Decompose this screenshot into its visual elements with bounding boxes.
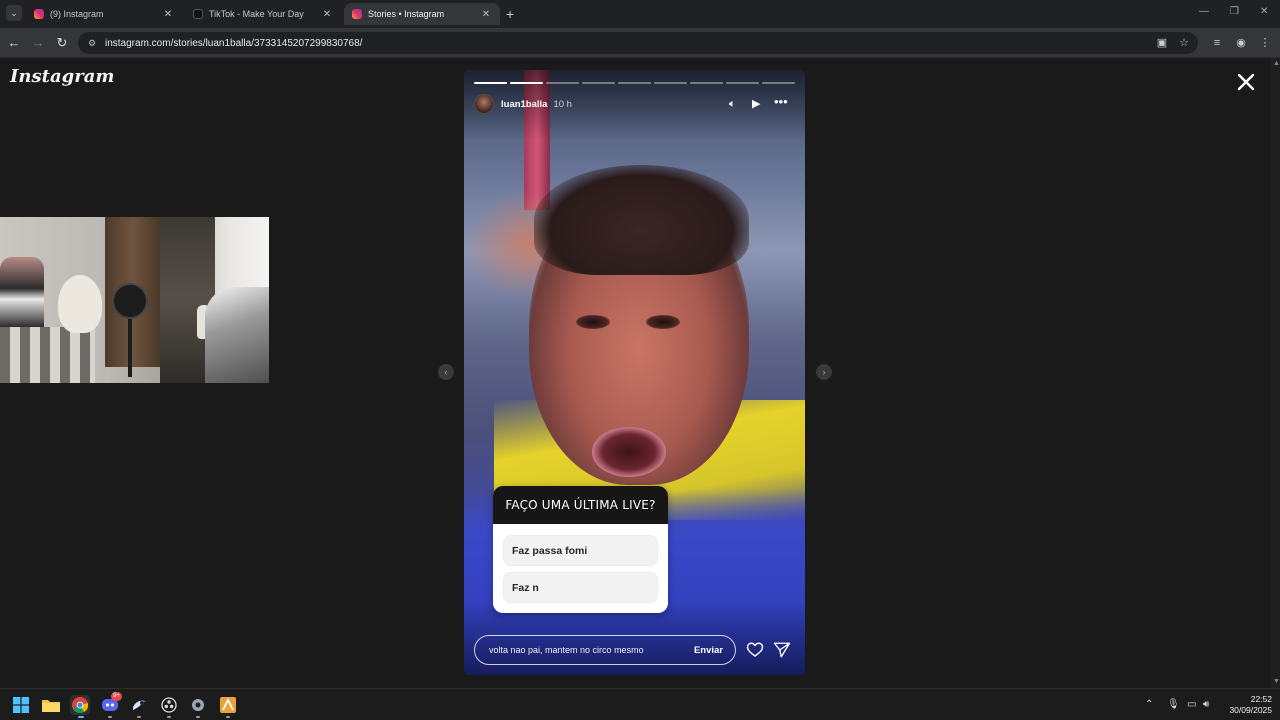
clock-date: 30/09/2025 [1229,705,1272,715]
volume-icon[interactable]: 🔊︎ [1203,698,1209,712]
progress-segment [582,82,615,84]
microphone-icon[interactable]: 🎙︎ [1167,698,1180,712]
network-icon[interactable]: ▭ [1187,698,1196,712]
bookmark-star-icon[interactable]: ☆ [1177,36,1191,50]
next-story-button[interactable]: › [816,364,832,380]
tab-instagram[interactable]: (9) Instagram ✕ [26,3,182,25]
previous-story-button[interactable]: ‹ [438,364,454,380]
active-app-indicator [78,716,84,718]
tab-title: TikTok - Make Your Day [209,9,304,19]
progress-segment [474,82,507,84]
chrome-icon[interactable] [70,695,90,715]
tab-search-button[interactable]: ⌄ [6,5,22,21]
clock-time: 22:52 [1250,694,1272,704]
progress-segment [690,82,723,84]
address-text[interactable]: instagram.com/stories/luan1balla/3733145… [105,38,362,49]
menu-kebab-icon[interactable]: ⋮ [1258,36,1272,50]
tab-title: Stories • Instagram [368,9,445,19]
steam-icon[interactable] [129,695,149,715]
instagram-story-page: Instagram ▲ ▼ ‹ › luan1balla 10 h 🔈︎ ▶ •… [0,58,1280,688]
discord-icon[interactable]: 9+ [100,692,122,715]
install-app-icon[interactable]: ▣ [1155,36,1169,50]
story-time: 10 h [553,98,572,110]
progress-segment [762,82,795,84]
progress-segment [546,82,579,84]
page-scrollbar[interactable]: ▲ ▼ [1271,58,1280,688]
play-icon[interactable]: ▶ [752,97,760,111]
profile-icon[interactable]: ◉ [1234,36,1248,50]
story-header: luan1balla 10 h 🔈︎ ▶ ••• [474,94,795,114]
close-icon[interactable] [1234,70,1258,94]
poll-option[interactable]: Faz n [503,572,658,603]
tray-overflow-icon[interactable]: ⌃ [1145,698,1153,712]
obs-icon[interactable] [159,695,179,715]
progress-segment [654,82,687,84]
paper-plane-icon[interactable] [773,641,791,659]
heart-icon[interactable] [746,641,764,659]
progress-segment [618,82,651,84]
instagram-favicon-icon [352,9,362,19]
reply-input[interactable]: volta nao pai, mantem no circo mesmo Env… [474,635,736,665]
windows-taskbar: 9+ ⌃ 🎙︎ ▭ 🔊︎ 22:52 30/09/2025 [0,688,1280,720]
tab-tiktok[interactable]: TikTok - Make Your Day ✕ [185,3,341,25]
story-username[interactable]: luan1balla [501,99,547,110]
forward-arrow-icon[interactable]: → [30,35,46,51]
more-options-icon[interactable]: ••• [774,95,788,109]
new-tab-button[interactable]: + [506,6,514,22]
app-icon[interactable] [218,695,238,715]
tab-stories[interactable]: Stories • Instagram ✕ [344,3,500,25]
tab-close-icon[interactable]: ✕ [480,9,492,20]
scroll-down-icon[interactable]: ▼ [1273,678,1280,685]
avatar[interactable] [474,94,494,114]
story-progress [474,82,795,84]
browser-toolbar: ← → ↻ ⚙ instagram.com/stories/luan1balla… [0,28,1280,58]
tab-close-icon[interactable]: ✕ [321,9,333,20]
window-close-icon[interactable]: ✕ [1260,6,1268,17]
minimize-icon[interactable]: — [1199,6,1209,17]
address-bar[interactable]: ⚙ instagram.com/stories/luan1balla/37331… [78,32,1198,54]
maximize-icon[interactable]: ❐ [1230,6,1239,17]
tab-close-icon[interactable]: ✕ [162,9,174,20]
settings-gear-icon[interactable] [188,695,208,715]
reply-text[interactable]: volta nao pai, mantem no circo mesmo [489,645,694,655]
poll-option[interactable]: Faz passa fomi [503,535,658,566]
send-button[interactable]: Enviar [694,645,723,656]
tab-title: (9) Instagram [50,9,104,19]
poll-question: FAÇO UMA ÚLTIMA LIVE? [493,486,668,524]
site-info-icon[interactable]: ⚙ [88,38,98,48]
windows-start-icon[interactable] [11,695,31,715]
instagram-favicon-icon [34,9,44,19]
tiktok-favicon-icon [193,9,203,19]
back-arrow-icon[interactable]: ← [6,35,22,51]
system-clock[interactable]: 22:52 30/09/2025 [1222,694,1272,716]
file-explorer-icon[interactable] [41,695,61,715]
speaker-icon[interactable]: 🔈︎ [729,97,736,111]
reload-icon[interactable]: ↻ [54,35,70,51]
media-control-icon[interactable]: ≡ [1210,36,1224,50]
instagram-logo[interactable]: Instagram [10,66,114,87]
progress-segment [726,82,759,84]
story-viewer[interactable]: luan1balla 10 h 🔈︎ ▶ ••• FAÇO UMA ÚLTIMA… [464,70,805,675]
poll-sticker: FAÇO UMA ÚLTIMA LIVE? Faz passa fomi Faz… [493,486,668,613]
scroll-up-icon[interactable]: ▲ [1273,60,1280,67]
progress-segment [510,82,543,84]
notification-badge: 9+ [111,692,122,701]
browser-tabstrip: ⌄ (9) Instagram ✕ TikTok - Make Your Day… [0,0,1280,28]
webcam-overlay [0,217,269,383]
